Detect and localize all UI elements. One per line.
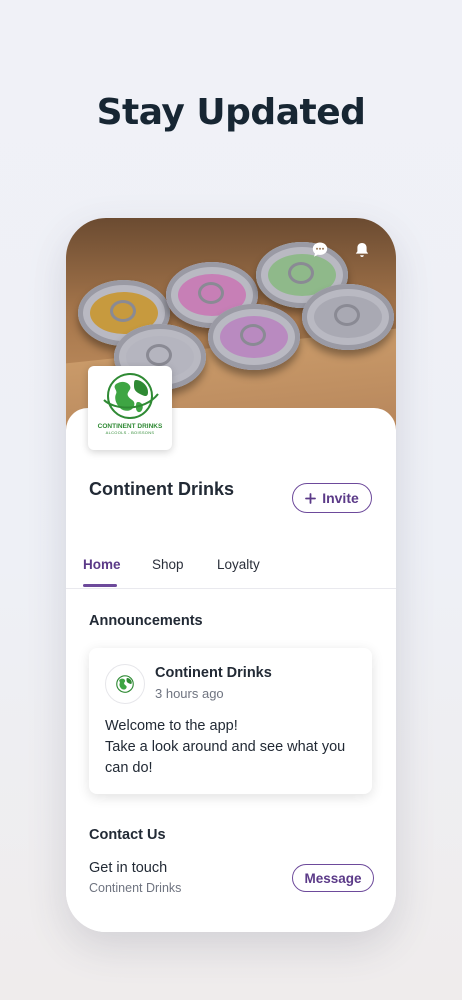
contact-title: Contact Us [89, 827, 166, 843]
globe-icon [103, 373, 159, 419]
announcement-card[interactable]: Continent Drinks 3 hours ago Welcome to … [89, 648, 372, 794]
globe-icon [116, 675, 134, 693]
logo-text: CONTINENT DRINKS [97, 423, 163, 430]
announcements-title: Announcements [89, 613, 203, 629]
tab-shop[interactable]: Shop [152, 557, 184, 572]
tab-home[interactable]: Home [83, 557, 121, 572]
contact-line: Get in touch [89, 860, 168, 876]
post-line-2: Take a look around and see what you can … [105, 739, 346, 776]
message-button[interactable]: Message [292, 864, 374, 892]
post-body: Welcome to the app! Take a look around a… [105, 716, 365, 779]
tab-loyalty[interactable]: Loyalty [217, 557, 260, 572]
bell-icon[interactable] [352, 240, 372, 260]
logo-subtext: ALCOOLS - BOISSONS [105, 430, 155, 435]
invite-label: Invite [322, 490, 359, 506]
active-tab-indicator [83, 584, 117, 587]
post-line-1: Welcome to the app! [105, 718, 238, 734]
post-author: Continent Drinks [155, 665, 272, 681]
phone-frame: CONTINENT DRINKS ALCOOLS - BOISSONS Cont… [66, 218, 396, 932]
chat-icon[interactable] [310, 240, 330, 260]
invite-button[interactable]: Invite [292, 483, 372, 513]
business-logo: CONTINENT DRINKS ALCOOLS - BOISSONS [88, 366, 172, 450]
business-name: Continent Drinks [89, 479, 235, 499]
headline: Stay Updated [96, 92, 366, 133]
plus-icon [305, 492, 317, 504]
tab-bar: Home Shop Loyalty [66, 548, 396, 589]
avatar [105, 664, 145, 704]
post-time: 3 hours ago [155, 686, 224, 701]
contact-sub: Continent Drinks [89, 881, 182, 895]
